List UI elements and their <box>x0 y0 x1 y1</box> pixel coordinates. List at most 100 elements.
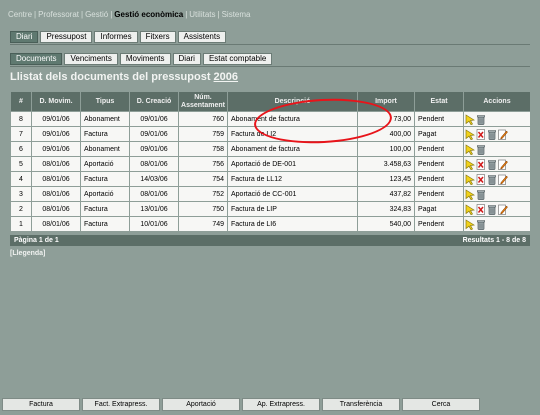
document-type: Aportació <box>81 157 129 171</box>
row-number: 8 <box>11 112 31 126</box>
table-row[interactable]: 8 09/01/06 Abonament 09/01/06 760 Abonament d… <box>11 112 530 126</box>
button-ap-extrapress-[interactable]: Ap. Extrapress. <box>242 398 320 411</box>
document-type: Factura <box>81 217 129 231</box>
page-indicator: Pàgina 1 de 1 <box>14 237 59 244</box>
sub-tabs: Documents Venciments Moviments Diari Estat c… <box>10 53 273 65</box>
main-tabs: Diari Pressupost Informes Fitxers Assistents <box>10 31 227 43</box>
button-transfer-ncia[interactable]: Transferència <box>322 398 400 411</box>
movement-date: 09/01/06 <box>32 127 80 141</box>
subtab-moviments[interactable]: Moviments <box>119 53 171 65</box>
creation-date: 14/03/06 <box>130 172 178 186</box>
trash-icon[interactable] <box>487 159 497 170</box>
row-number: 6 <box>11 142 31 156</box>
subtab-estat-comptable[interactable]: Estat comptable <box>202 53 273 65</box>
document-type: Aportació <box>81 187 129 201</box>
trash-icon[interactable] <box>476 189 486 200</box>
delete-document-icon[interactable] <box>476 173 486 185</box>
subtab-venciments[interactable]: Venciments <box>64 53 118 65</box>
table-row[interactable]: 7 09/01/06 Factura 09/01/06 759 Factura de LI… <box>11 127 530 141</box>
column-header[interactable]: Núm. Assentament <box>179 92 227 111</box>
delete-document-icon[interactable] <box>476 158 486 170</box>
delete-document-icon[interactable] <box>476 203 486 215</box>
actions-cell <box>464 202 530 216</box>
nav-professorat[interactable]: Professorat <box>38 10 79 19</box>
status: Pagat <box>415 202 463 216</box>
actions-cell <box>464 142 530 156</box>
delete-document-icon[interactable] <box>476 128 486 140</box>
edit-pencil-icon[interactable] <box>498 159 508 170</box>
subtab-diari[interactable]: Diari <box>172 53 201 65</box>
column-header[interactable]: D. Creació <box>130 92 178 111</box>
entry-number: 749 <box>179 217 227 231</box>
divider <box>10 44 530 45</box>
tab-pressupost[interactable]: Pressupost <box>40 31 93 43</box>
tab-assistents[interactable]: Assistents <box>177 31 227 43</box>
button-fact-extrapress-[interactable]: Fact. Extrapress. <box>82 398 160 411</box>
movement-date: 08/01/06 <box>32 172 80 186</box>
column-header[interactable]: D. Movim. <box>32 92 80 111</box>
creation-date: 09/01/06 <box>130 127 178 141</box>
status: Pendent <box>415 172 463 186</box>
amount: 73,00 <box>358 112 414 126</box>
trash-icon[interactable] <box>476 114 486 125</box>
button-cerca[interactable]: Cerca <box>402 398 480 411</box>
row-number: 4 <box>11 172 31 186</box>
table-row[interactable]: 3 08/01/06 Aportació 08/01/06 752 Aportació d… <box>11 187 530 201</box>
arrow-cursor-icon[interactable] <box>465 113 475 125</box>
row-number: 7 <box>11 127 31 141</box>
tab-diari[interactable]: Diari <box>10 31 39 43</box>
subtab-documents[interactable]: Documents <box>10 53 63 65</box>
trash-icon[interactable] <box>476 144 486 155</box>
movement-date: 08/01/06 <box>32 157 80 171</box>
table-body: 8 09/01/06 Abonament 09/01/06 760 Abonament d… <box>11 112 530 231</box>
column-header[interactable]: Tipus <box>81 92 129 111</box>
amount: 400,00 <box>358 127 414 141</box>
table-row[interactable]: 6 09/01/06 Abonament 09/01/06 758 Abonament d… <box>11 142 530 156</box>
row-number: 2 <box>11 202 31 216</box>
trash-icon[interactable] <box>487 204 497 215</box>
edit-pencil-icon[interactable] <box>498 204 508 215</box>
arrow-cursor-icon[interactable] <box>465 173 475 185</box>
creation-date: 09/01/06 <box>130 142 178 156</box>
tab-informes[interactable]: Informes <box>94 31 138 43</box>
button-aportaci-[interactable]: Aportació <box>162 398 240 411</box>
edit-pencil-icon[interactable] <box>498 129 508 140</box>
table-row[interactable]: 2 08/01/06 Factura 13/01/06 750 Factura de LI… <box>11 202 530 216</box>
table-row[interactable]: 1 08/01/06 Factura 10/01/06 749 Factura de LI… <box>11 217 530 231</box>
nav-sistema[interactable]: Sistema <box>222 10 251 19</box>
amount: 437,82 <box>358 187 414 201</box>
column-header[interactable]: # <box>11 92 31 111</box>
arrow-cursor-icon[interactable] <box>465 188 475 200</box>
column-header[interactable]: Descripció <box>228 92 357 111</box>
legend-link[interactable]: [Llegenda] <box>10 250 45 257</box>
edit-pencil-icon[interactable] <box>498 174 508 185</box>
table-row[interactable]: 5 08/01/06 Aportació 08/01/06 756 Aportació d… <box>11 157 530 171</box>
nav-gesti-econ-mica[interactable]: Gestió econòmica <box>114 10 183 19</box>
arrow-cursor-icon[interactable] <box>465 158 475 170</box>
document-type: Factura <box>81 172 129 186</box>
creation-date: 13/01/06 <box>130 202 178 216</box>
trash-icon[interactable] <box>476 219 486 230</box>
nav-utilitats[interactable]: Utilitats <box>189 10 215 19</box>
nav-gesti-[interactable]: Gestió <box>85 10 108 19</box>
arrow-cursor-icon[interactable] <box>465 143 475 155</box>
button-factura[interactable]: Factura <box>2 398 80 411</box>
actions-cell <box>464 157 530 171</box>
arrow-cursor-icon[interactable] <box>465 203 475 215</box>
actions-cell <box>464 112 530 126</box>
nav-centre[interactable]: Centre <box>8 10 32 19</box>
column-header[interactable]: Estat <box>415 92 463 111</box>
movement-date: 08/01/06 <box>32 187 80 201</box>
results-count: Resultats 1 - 8 de 8 <box>462 237 526 244</box>
row-number: 5 <box>11 157 31 171</box>
budget-year-link[interactable]: 2006 <box>214 71 238 83</box>
table-row[interactable]: 4 08/01/06 Factura 14/03/06 754 Factura de LL… <box>11 172 530 186</box>
trash-icon[interactable] <box>487 129 497 140</box>
tab-fitxers[interactable]: Fitxers <box>139 31 176 43</box>
trash-icon[interactable] <box>487 174 497 185</box>
column-header[interactable]: Import <box>358 92 414 111</box>
arrow-cursor-icon[interactable] <box>465 218 475 230</box>
page-title: Llistat dels documents del pressupost 20… <box>10 71 238 83</box>
column-header[interactable]: Accions <box>464 92 530 111</box>
arrow-cursor-icon[interactable] <box>465 128 475 140</box>
